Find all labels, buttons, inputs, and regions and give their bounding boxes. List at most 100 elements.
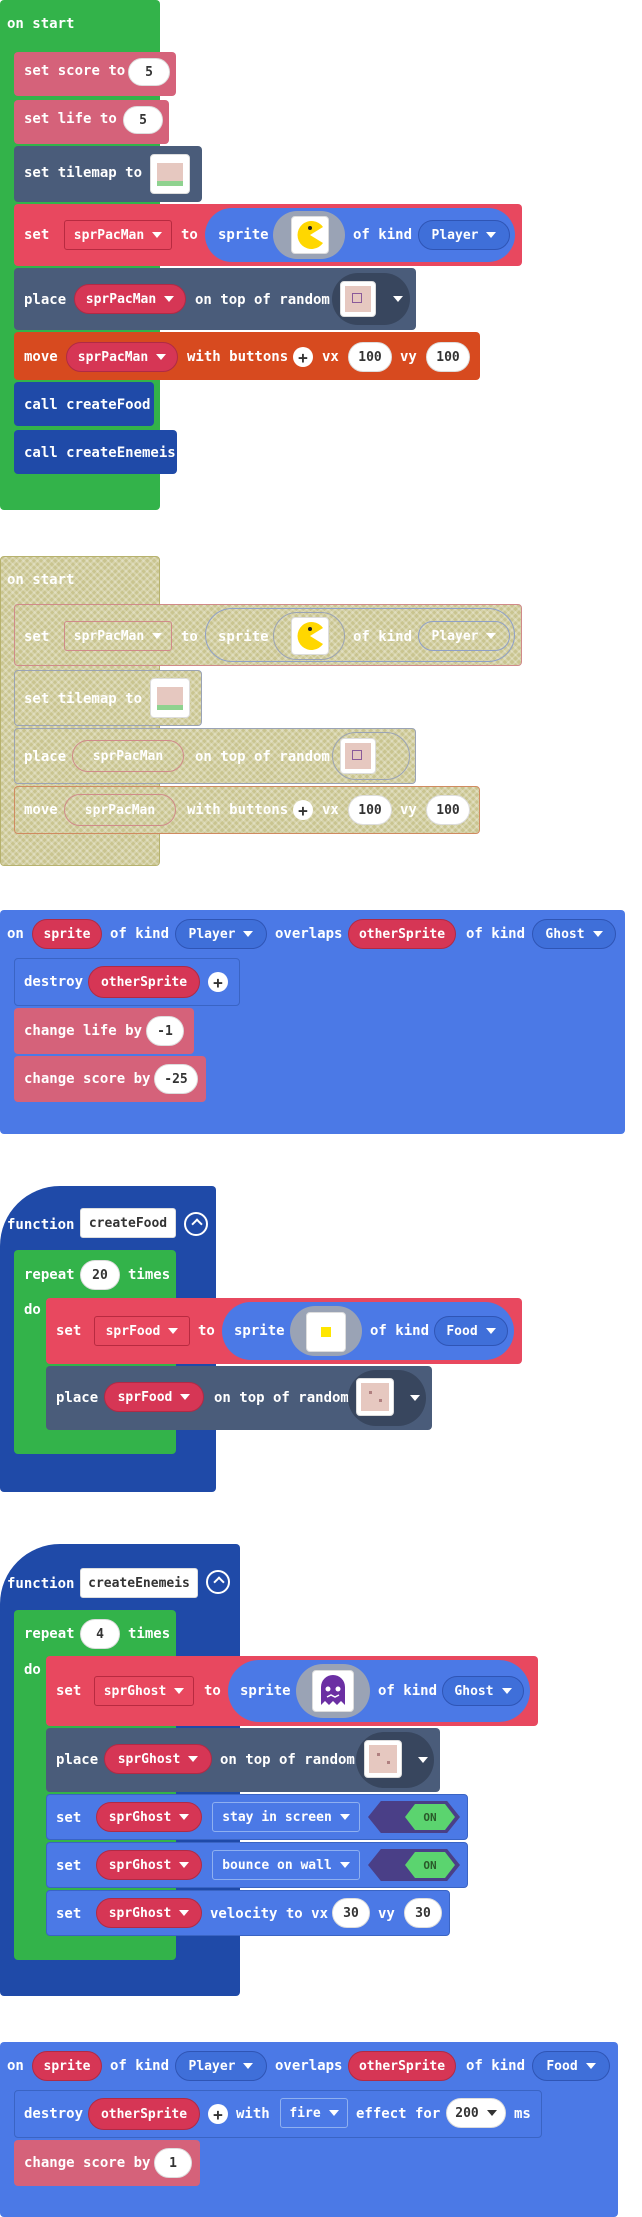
- score-delta-2[interactable]: 1: [154, 2148, 192, 2178]
- disabled-plus-icon[interactable]: +: [293, 800, 313, 820]
- disabled-vx-label: vx: [322, 802, 339, 818]
- place-label: place: [24, 292, 67, 308]
- tilemap-thumbnail[interactable]: [150, 154, 190, 194]
- effect-dropdown[interactable]: fire: [280, 2098, 348, 2128]
- ghost-tile-thumbnail[interactable]: [364, 1740, 402, 1778]
- disabled-on-start-label: on start: [7, 572, 75, 588]
- disabled-place-sprite[interactable]: sprPacMan: [72, 740, 184, 772]
- repeat-count-2[interactable]: 4: [80, 1619, 120, 1649]
- score-value[interactable]: 5: [128, 58, 170, 86]
- kind-ghost-dropdown-2[interactable]: Ghost: [442, 1676, 524, 1706]
- of-kind-label: of kind: [110, 926, 170, 942]
- vx-value[interactable]: 100: [348, 342, 392, 372]
- disabled-pacman-icon[interactable]: [291, 617, 329, 655]
- sprghost-dropdown[interactable]: sprGhost: [94, 1676, 194, 1706]
- collapse-icon[interactable]: [184, 1212, 208, 1236]
- repeat-count[interactable]: 20: [80, 1260, 120, 1290]
- score-delta[interactable]: -25: [154, 1064, 198, 1094]
- disabled-sprite-label: sprite: [218, 629, 269, 645]
- ms-value-dropdown[interactable]: 200: [446, 2098, 506, 2128]
- flag-bounce-on-wall-dropdown[interactable]: bounce on wall: [212, 1850, 360, 1880]
- velocity-vy-value[interactable]: 30: [404, 1898, 442, 1928]
- sprite-var-pill-2[interactable]: sprite: [32, 2051, 102, 2081]
- set-life-label: set life to: [24, 111, 117, 127]
- to-label: to: [198, 1323, 215, 1339]
- disabled-of-kind-label: of kind: [353, 629, 413, 645]
- sprghost-pill-4[interactable]: sprGhost: [96, 1898, 202, 1928]
- kind-food-dropdown[interactable]: Food: [434, 1316, 508, 1346]
- move-sprite-pill[interactable]: sprPacMan: [66, 342, 178, 372]
- kind-dropdown[interactable]: Player: [418, 220, 510, 250]
- overlaps-label-2: overlaps: [275, 2058, 343, 2074]
- sprite-label-2: sprite: [240, 1683, 291, 1699]
- food-tile-thumbnail[interactable]: [356, 1378, 394, 1416]
- set-tilemap-label: set tilemap to: [24, 165, 143, 181]
- life-delta[interactable]: -1: [146, 1016, 184, 1046]
- kind-food-dropdown-2[interactable]: Food: [532, 2051, 610, 2081]
- set-label-5: set: [56, 1906, 82, 1922]
- kind-player-dropdown[interactable]: Player: [175, 919, 267, 949]
- disabled-kind-dropdown[interactable]: Player: [418, 621, 510, 651]
- call-createenemeis-label: call createEnemeis: [24, 445, 176, 461]
- velocity-vx-value[interactable]: 30: [332, 1898, 370, 1928]
- of-kind-label-5: of kind: [466, 2058, 526, 2074]
- sprpacman-pill[interactable]: sprPacMan: [74, 284, 186, 314]
- move-label: move: [24, 349, 58, 365]
- othersprite-pill-2[interactable]: otherSprite: [348, 2051, 456, 2081]
- kind-player-dropdown-2[interactable]: Player: [175, 2051, 267, 2081]
- velocity-vy-label: vy: [378, 1906, 395, 1922]
- set-label: set: [24, 227, 50, 243]
- food-dot-icon[interactable]: [306, 1312, 346, 1352]
- destroy-plus-icon[interactable]: +: [208, 972, 228, 992]
- repeat-label: repeat: [24, 1267, 75, 1283]
- sprfood-pill[interactable]: sprFood: [104, 1382, 204, 1412]
- toggle-on-1-knob: ON: [405, 1804, 455, 1830]
- kind-ghost-dropdown[interactable]: Ghost: [532, 919, 616, 949]
- tile-chevron-icon[interactable]: [393, 296, 403, 302]
- set-label: set: [56, 1323, 82, 1339]
- function-name-field-2[interactable]: createEnemeis: [80, 1568, 198, 1598]
- set-label-3: set: [56, 1810, 82, 1826]
- sprghost-pill-2[interactable]: sprGhost: [96, 1802, 202, 1832]
- pacman-icon[interactable]: [291, 216, 329, 254]
- on-start-label: on start: [7, 16, 75, 32]
- sprghost-pill[interactable]: sprGhost: [104, 1744, 212, 1774]
- othersprite-pill[interactable]: otherSprite: [348, 919, 456, 949]
- change-score-label: change score by: [24, 1071, 151, 1087]
- on-top-label-2: on top of random: [220, 1752, 355, 1768]
- tile-thumbnail[interactable]: [340, 281, 376, 317]
- disabled-tilemap-label: set tilemap to: [24, 691, 143, 707]
- disabled-on-top-label: on top of random: [195, 749, 330, 765]
- disabled-tile-thumbnail[interactable]: [340, 738, 376, 774]
- disabled-with-buttons-label: with buttons: [187, 802, 289, 818]
- change-life-label: change life by: [24, 1023, 143, 1039]
- disabled-vx-value[interactable]: 100: [348, 795, 392, 825]
- function-name-field[interactable]: createFood: [80, 1208, 176, 1238]
- sprghost-pill-3[interactable]: sprGhost: [96, 1850, 202, 1880]
- on-top-label: on top of random: [214, 1390, 349, 1406]
- vx-label: vx: [322, 349, 339, 365]
- disabled-vy-value[interactable]: 100: [426, 795, 470, 825]
- change-score-label-2: change score by: [24, 2155, 151, 2171]
- collapse-icon-2[interactable]: [206, 1570, 230, 1594]
- ghost-tile-chevron-icon[interactable]: [418, 1757, 428, 1763]
- disabled-sprite-dropdown[interactable]: sprPacMan: [64, 621, 172, 651]
- sprite-var-pill[interactable]: sprite: [32, 919, 102, 949]
- vy-value[interactable]: 100: [426, 342, 470, 372]
- life-value[interactable]: 5: [123, 106, 163, 134]
- destroy-othersprite[interactable]: otherSprite: [88, 966, 200, 998]
- destroy-othersprite-2[interactable]: otherSprite: [88, 2098, 200, 2130]
- disabled-move-sprite[interactable]: sprPacMan: [64, 794, 176, 826]
- flag-stay-in-screen-dropdown[interactable]: stay in screen: [212, 1802, 360, 1832]
- food-tile-chevron-icon[interactable]: [410, 1395, 420, 1401]
- repeat-label-2: repeat: [24, 1626, 75, 1642]
- ms-label: ms: [514, 2106, 531, 2122]
- ghost-icon[interactable]: [312, 1670, 354, 1712]
- sprpacman-dropdown[interactable]: sprPacMan: [64, 220, 172, 250]
- function-label: function: [7, 1217, 75, 1233]
- sprfood-dropdown[interactable]: sprFood: [94, 1316, 190, 1346]
- disabled-vy-label: vy: [400, 802, 417, 818]
- disabled-tilemap-thumbnail[interactable]: [150, 678, 190, 718]
- plus-icon[interactable]: +: [293, 347, 313, 367]
- destroy-plus-icon-2[interactable]: +: [208, 2104, 228, 2124]
